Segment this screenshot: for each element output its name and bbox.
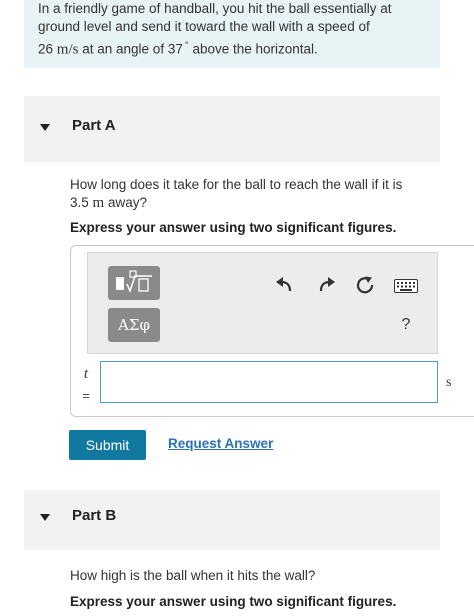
undo-icon xyxy=(276,277,292,292)
intro-line-3: 26 m/s at an angle of 37 ° above the horiz… xyxy=(38,36,430,59)
part-b-header[interactable]: Part B xyxy=(24,490,440,550)
problem-intro: In a friendly game of handball, you hit … xyxy=(24,0,440,68)
intro-angle-text: at an angle of 37 xyxy=(82,41,183,57)
collapse-triangle-icon[interactable] xyxy=(40,514,50,521)
answer-unit: s xyxy=(446,375,452,390)
part-b-instruction: Express your answer using two significan… xyxy=(70,594,397,609)
intro-line-1: In a friendly game of handball, you hit … xyxy=(38,1,392,16)
part-a-title: Part A xyxy=(72,117,116,134)
part-a-question: How long does it take for the ball to re… xyxy=(70,176,402,212)
redo-icon xyxy=(319,277,335,292)
answer-variable-label: t xyxy=(83,366,89,382)
request-answer-link[interactable]: Request Answer xyxy=(168,436,273,451)
part-a-question-line-2: 3.5 m away? xyxy=(70,194,402,212)
intro-line-2: ground level and send it toward the wall… xyxy=(38,19,370,34)
distance-unit: m xyxy=(92,195,105,211)
collapse-triangle-icon[interactable] xyxy=(40,124,50,131)
intro-line-3-end: above the horizontal. xyxy=(192,41,318,57)
template-button[interactable] xyxy=(108,266,160,300)
submit-button[interactable]: Submit xyxy=(69,430,146,460)
greek-symbols-button[interactable]: ΑΣφ xyxy=(108,308,160,342)
keyboard-icon xyxy=(394,279,418,293)
redo-button[interactable] xyxy=(317,276,337,299)
part-a-question-line-1: How long does it take for the ball to re… xyxy=(70,177,403,192)
help-button[interactable]: ? xyxy=(398,316,414,336)
speed-value: 26 xyxy=(38,41,54,57)
speed-unit: m/s xyxy=(56,41,79,58)
reset-button[interactable] xyxy=(355,275,375,300)
undo-button[interactable] xyxy=(274,276,294,299)
question-tail: away? xyxy=(107,195,148,210)
reset-icon xyxy=(356,276,374,294)
keyboard-button[interactable] xyxy=(394,279,418,298)
template-icon xyxy=(116,270,152,294)
degree-symbol: ° xyxy=(184,40,189,50)
distance-value: 3.5 xyxy=(70,195,89,210)
part-b-question: How high is the ball when it hits the wa… xyxy=(70,568,316,583)
part-b-title: Part B xyxy=(72,507,117,524)
equals-sign: = xyxy=(82,388,90,403)
answer-input[interactable] xyxy=(100,361,438,403)
part-a-header[interactable]: Part A xyxy=(24,96,440,162)
part-a-instruction: Express your answer using two significan… xyxy=(70,220,397,235)
